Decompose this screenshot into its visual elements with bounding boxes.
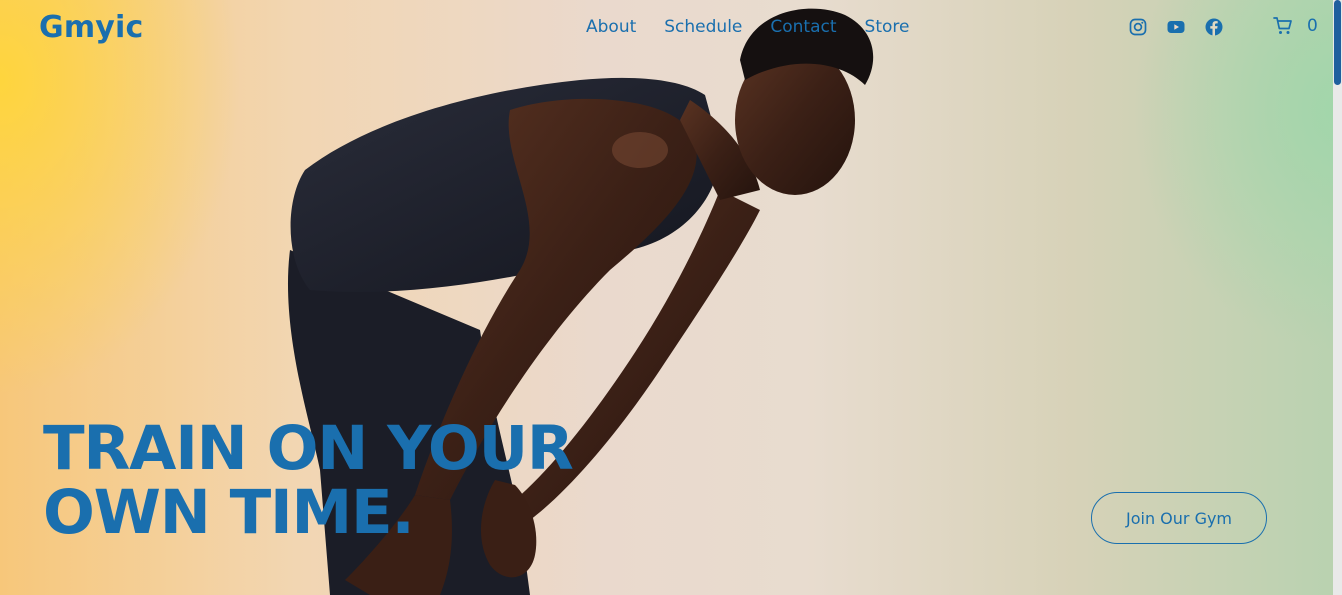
page-scrollbar[interactable] (1333, 0, 1342, 595)
instagram-icon[interactable] (1129, 18, 1147, 36)
main-nav: About Schedule Contact Store (586, 17, 937, 37)
hero-title: TRAIN ON YOUR OWN TIME. (43, 413, 574, 548)
nav-link-about[interactable]: About (586, 17, 636, 37)
nav-link-store[interactable]: Store (865, 17, 910, 37)
hero-title-line-2: OWN TIME. (43, 477, 415, 548)
hero-page: Gmyic About Schedule Contact Store 0 TRA… (0, 0, 1342, 595)
nav-link-contact[interactable]: Contact (770, 17, 836, 37)
join-gym-button[interactable]: Join Our Gym (1091, 492, 1267, 544)
scrollbar-thumb[interactable] (1334, 0, 1341, 85)
nav-link-schedule[interactable]: Schedule (664, 17, 742, 37)
cart-icon (1273, 17, 1292, 34)
hero-title-line-1: TRAIN ON YOUR (43, 413, 574, 484)
facebook-icon[interactable] (1205, 18, 1223, 36)
youtube-icon[interactable] (1167, 18, 1185, 36)
cart-count: 0 (1307, 16, 1318, 36)
cart-button[interactable]: 0 (1273, 16, 1318, 36)
site-logo[interactable]: Gmyic (39, 10, 144, 45)
